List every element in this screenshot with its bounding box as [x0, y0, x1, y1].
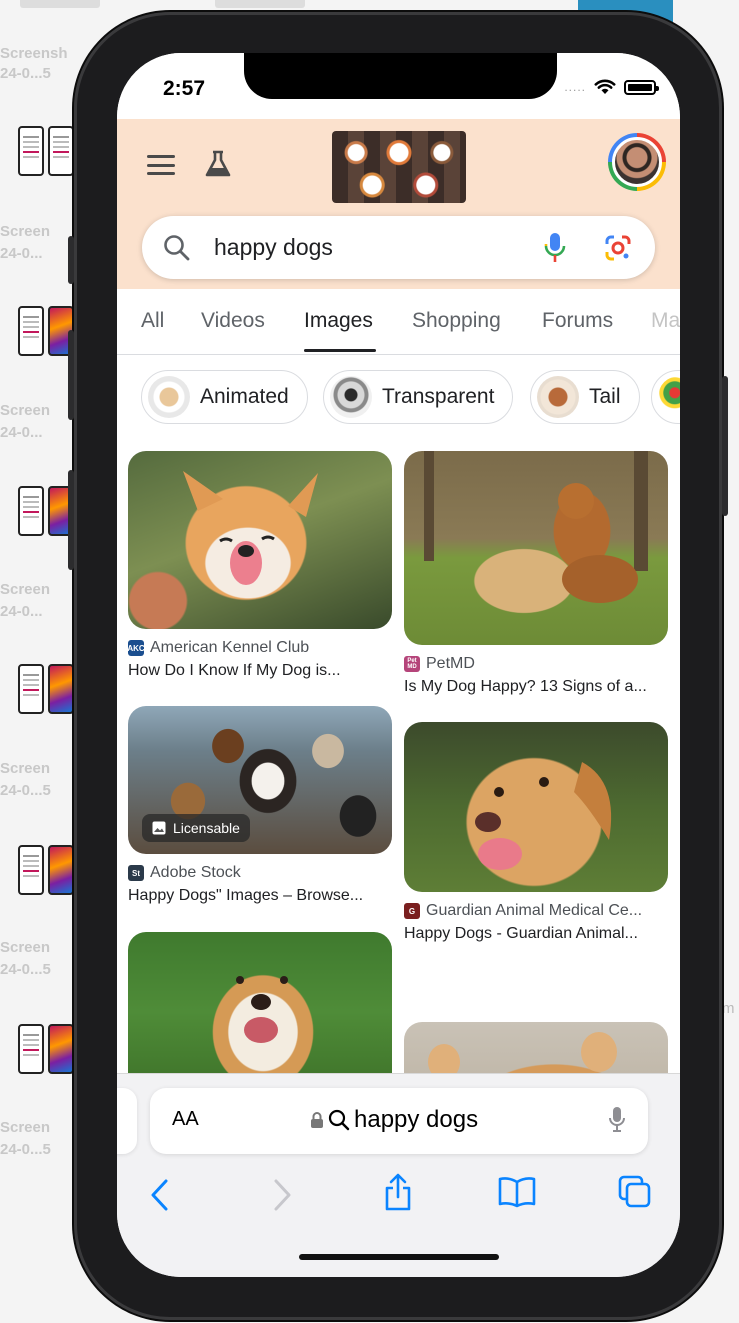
labs-flask-icon[interactable]: [203, 149, 233, 179]
licensable-label: Licensable: [173, 820, 240, 836]
notch: [244, 53, 557, 99]
result-source: AKC American Kennel Club: [127, 639, 392, 657]
phone-power-button: [722, 376, 728, 516]
google-lens-icon[interactable]: [603, 233, 633, 263]
chip-tail[interactable]: Tail: [530, 370, 640, 424]
licensable-badge: Licensable: [142, 814, 250, 842]
result-title[interactable]: Happy Dogs - Guardian Animal...: [404, 925, 668, 943]
result-title[interactable]: Is My Dog Happy? 13 Signs of a...: [404, 678, 668, 696]
phone-side-button: [68, 330, 74, 420]
lock-icon: [311, 1112, 323, 1128]
phone-side-button: [68, 236, 74, 284]
result-image[interactable]: Licensable: [128, 706, 392, 854]
chip-animated[interactable]: Animated: [141, 370, 308, 424]
search-icon: [164, 235, 190, 261]
desktop-file-icon[interactable]: [18, 126, 76, 178]
chip-label: Tail: [589, 385, 621, 408]
result-source: Pet MD PetMD: [404, 655, 668, 673]
chip-more[interactable]: [651, 370, 680, 424]
result-title[interactable]: Happy Dogs" Images – Browse...: [128, 887, 392, 905]
chip-thumbnail: [148, 376, 190, 418]
result-image[interactable]: [404, 722, 668, 892]
safari-toolbar: AA happy dogs: [117, 1073, 680, 1277]
image-result-card[interactable]: G Guardian Animal Medical Ce... Happy Do…: [404, 722, 668, 943]
desktop-thumbnail: [20, 0, 100, 8]
source-name: Adobe Stock: [150, 864, 241, 881]
chip-thumbnail: [658, 376, 680, 418]
active-tab-indicator: [304, 349, 376, 352]
forward-chevron-icon[interactable]: [271, 1178, 293, 1212]
home-indicator[interactable]: [299, 1254, 499, 1260]
image-result-card[interactable]: Pet MD PetMD Is My Dog Happy? 13 Signs o…: [404, 451, 668, 696]
address-field[interactable]: happy dogs: [310, 1106, 478, 1134]
source-name: Guardian Animal Medical Ce...: [426, 902, 643, 919]
battery-icon: [624, 79, 659, 95]
status-icons: .....: [564, 79, 659, 95]
desktop-file-icon[interactable]: [18, 664, 76, 716]
status-time: 2:57: [163, 77, 206, 100]
desktop-file-label: m: [722, 1000, 735, 1017]
voice-search-mic-icon[interactable]: [543, 231, 567, 265]
search-input[interactable]: happy dogs: [142, 216, 655, 279]
source-favicon: Pet MD: [404, 656, 420, 672]
search-query: happy dogs: [214, 234, 333, 260]
result-source: G Guardian Animal Medical Ce...: [404, 902, 668, 920]
address-bar[interactable]: AA happy dogs: [150, 1088, 648, 1154]
search-type-tabs: All Videos Images Shopping Forums Ma: [117, 289, 680, 355]
address-text: happy dogs: [354, 1106, 479, 1133]
source-favicon: St: [128, 865, 144, 881]
image-results-grid: AKC American Kennel Club How Do I Know I…: [117, 441, 680, 1081]
tab-shopping[interactable]: Shopping: [412, 309, 501, 333]
desktop-file-icon[interactable]: [18, 845, 76, 897]
result-image[interactable]: [404, 451, 668, 645]
search-icon: [328, 1109, 350, 1131]
previous-tab-peek[interactable]: [117, 1088, 137, 1154]
share-icon[interactable]: [382, 1172, 414, 1212]
chip-thumbnail: [330, 376, 372, 418]
tab-forums[interactable]: Forums: [542, 309, 613, 333]
result-image[interactable]: [128, 932, 392, 1081]
account-avatar[interactable]: [608, 133, 666, 191]
desktop-thumbnail: [215, 0, 305, 8]
menu-icon[interactable]: [147, 155, 175, 175]
signal-icon: .....: [564, 80, 586, 94]
image-result-card[interactable]: Licensable St Adobe Stock Happy Dogs" Im…: [128, 706, 392, 905]
tab-more[interactable]: Ma: [651, 309, 680, 333]
desktop-file-icon[interactable]: [18, 1024, 76, 1076]
image-result-card[interactable]: AKC American Kennel Club How Do I Know I…: [127, 451, 392, 680]
dictation-mic-icon[interactable]: [608, 1106, 626, 1134]
tab-videos[interactable]: Videos: [201, 309, 265, 333]
source-name: American Kennel Club: [150, 639, 310, 656]
bookmarks-book-icon[interactable]: [497, 1176, 537, 1208]
phone-side-button: [68, 470, 74, 570]
phone-screen: 2:57 ..... happy dogs All Videos Images …: [117, 53, 680, 1277]
back-chevron-icon[interactable]: [149, 1178, 171, 1212]
image-result-card[interactable]: [128, 932, 392, 1081]
source-favicon: AKC: [127, 640, 145, 656]
tab-all[interactable]: All: [141, 309, 164, 333]
chip-thumbnail: [537, 376, 579, 418]
result-source: St Adobe Stock: [128, 864, 392, 882]
chip-transparent[interactable]: Transparent: [323, 370, 514, 424]
result-title[interactable]: How Do I Know If My Dog is...: [128, 662, 392, 680]
wifi-icon: [594, 79, 616, 94]
reader-aa-button[interactable]: AA: [172, 1108, 199, 1131]
source-name: PetMD: [426, 655, 475, 672]
chip-label: Animated: [200, 385, 289, 408]
google-doodle[interactable]: [332, 131, 466, 203]
result-image[interactable]: [128, 451, 392, 629]
tab-images[interactable]: Images: [304, 309, 373, 333]
image-icon: [152, 821, 166, 835]
google-header: happy dogs: [117, 119, 680, 289]
chip-label: Transparent: [382, 385, 495, 408]
tabs-overview-icon[interactable]: [617, 1174, 653, 1210]
source-favicon: G: [404, 903, 420, 919]
filter-chips: Animated Transparent Tail: [117, 355, 680, 441]
